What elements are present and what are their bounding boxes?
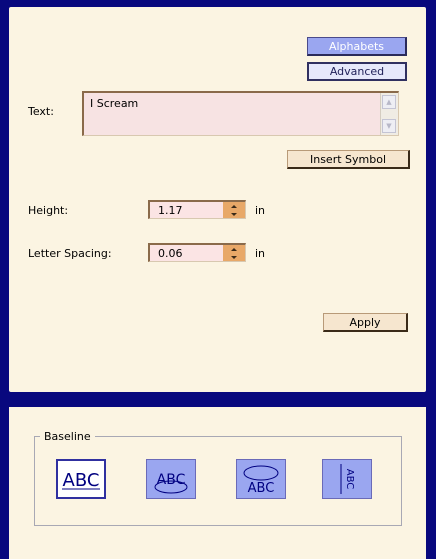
baseline-option-label: ABC [248, 481, 275, 496]
insert-symbol-button[interactable]: Insert Symbol [287, 150, 410, 169]
alphabets-button[interactable]: Alphabets [307, 37, 407, 56]
letter-spacing-input[interactable]: 0.06 [148, 243, 246, 262]
baseline-vertical-icon: ABC [340, 464, 355, 494]
baseline-option-label: ABC [344, 469, 355, 490]
height-value: 1.17 [158, 204, 183, 217]
letter-spacing-unit: in [255, 247, 266, 260]
text-label: Text: [28, 105, 54, 118]
baseline-title: Baseline [40, 430, 95, 443]
baseline-arc-bottom-icon: ABC [243, 465, 279, 496]
baseline-option-label: ABC [63, 470, 100, 491]
letter-spacing-label: Letter Spacing: [28, 247, 112, 260]
scroll-down-arrow-icon[interactable]: ▼ [382, 119, 396, 133]
baseline-vertical-button[interactable]: ABC [322, 459, 372, 499]
spin-up-arrow-icon[interactable] [223, 245, 245, 253]
baseline-straight-icon: ABC [62, 470, 100, 491]
baseline-arc-top-button[interactable]: ABC [146, 459, 196, 499]
text-scrollbar[interactable]: ▲ ▼ [380, 93, 398, 135]
advanced-button[interactable]: Advanced [307, 62, 407, 81]
baseline-arc-top-icon: ABC [154, 472, 188, 494]
spin-down-arrow-icon[interactable] [223, 253, 245, 261]
text-input[interactable]: I Scream ▲ ▼ [82, 91, 399, 136]
baseline-arc-bottom-button[interactable]: ABC [236, 459, 286, 499]
height-input[interactable]: 1.17 [148, 200, 246, 219]
height-unit: in [255, 204, 266, 217]
scroll-up-arrow-icon[interactable]: ▲ [382, 95, 396, 109]
text-input-value: I Scream [90, 97, 139, 110]
spin-up-arrow-icon[interactable] [223, 202, 245, 210]
baseline-option-label: ABC [157, 472, 186, 488]
spin-down-arrow-icon[interactable] [223, 210, 245, 218]
apply-button[interactable]: Apply [323, 313, 408, 332]
baseline-straight-button[interactable]: ABC [56, 459, 106, 499]
height-label: Height: [28, 204, 69, 217]
letter-spacing-spinner[interactable] [223, 245, 245, 261]
letter-spacing-value: 0.06 [158, 247, 183, 260]
height-spinner[interactable] [223, 202, 245, 218]
